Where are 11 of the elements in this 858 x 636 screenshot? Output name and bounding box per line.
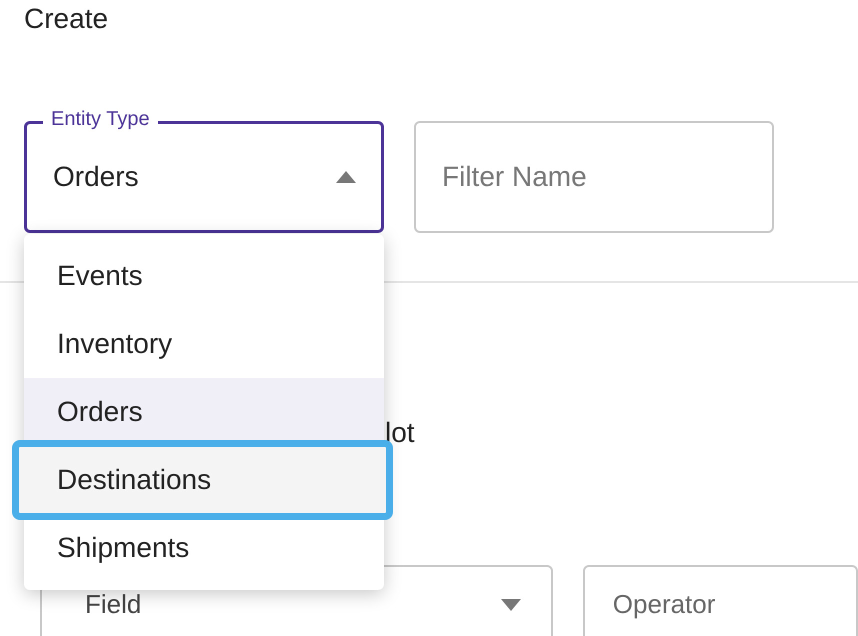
caret-icon xyxy=(336,171,356,183)
menu-option[interactable]: Inventory xyxy=(24,310,384,378)
field-label: Entity Type xyxy=(43,108,158,130)
operator-field[interactable]: Operator xyxy=(582,565,858,636)
caret-icon xyxy=(500,599,521,611)
select-value: Orders xyxy=(53,161,139,193)
page-title: Create xyxy=(23,2,110,36)
menu-option[interactable]: Destinations xyxy=(18,446,387,514)
menu-option[interactable]: Events xyxy=(24,242,384,310)
option-label: lot xyxy=(385,416,415,450)
filter-name-field[interactable]: Filter Name xyxy=(414,121,774,233)
